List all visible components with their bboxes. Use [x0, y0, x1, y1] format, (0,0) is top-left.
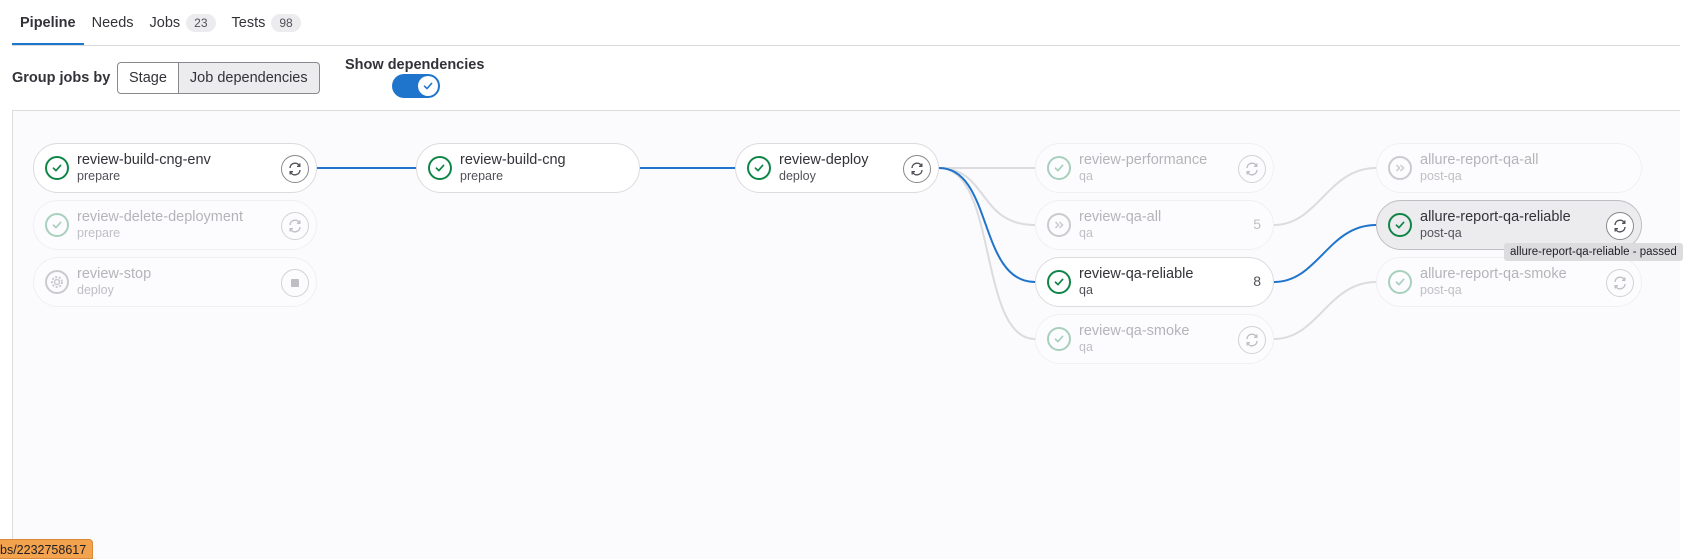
- job-name: allure-report-qa-smoke: [1420, 266, 1567, 282]
- tab-tests[interactable]: Tests 98: [224, 0, 309, 45]
- status-passed-icon: [747, 156, 771, 180]
- job-allure-report-qa-all[interactable]: allure-report-qa-all post-qa: [1376, 143, 1642, 193]
- status-skipped-icon: [1388, 156, 1412, 180]
- check-icon: [423, 82, 433, 90]
- job-name: review-performance: [1079, 152, 1208, 168]
- job-name: review-stop: [77, 266, 152, 282]
- link-qa-smoke-to-allure-smoke: [1273, 281, 1377, 340]
- job-stage: post-qa: [1420, 226, 1462, 240]
- link-qa-reliable-to-allure-reliable: [1273, 224, 1377, 283]
- job-stage: qa: [1079, 226, 1093, 240]
- retry-icon: [1614, 276, 1626, 290]
- link-deploy-to-qa-reliable: [938, 167, 1036, 283]
- status-passed-icon: [45, 156, 69, 180]
- job-review-qa-reliable[interactable]: review-qa-reliable qa 8: [1035, 257, 1274, 307]
- job-review-deploy[interactable]: review-deploy deploy: [735, 143, 939, 193]
- job-name: allure-report-qa-all: [1420, 152, 1539, 168]
- retry-icon: [289, 162, 301, 176]
- tab-needs-label: Needs: [91, 14, 134, 31]
- job-review-performance[interactable]: review-performance qa: [1035, 143, 1274, 193]
- link-deploy-to-qa-smoke: [938, 167, 1036, 340]
- retry-button[interactable]: [281, 155, 309, 183]
- show-dependencies-toggle[interactable]: [392, 74, 440, 98]
- retry-button[interactable]: [1606, 212, 1634, 240]
- retry-icon: [1246, 333, 1258, 347]
- status-passed-icon: [45, 213, 69, 237]
- status-passed-icon: [428, 156, 452, 180]
- group-by-stage-button[interactable]: Stage: [117, 62, 179, 94]
- job-status-tooltip: allure-report-qa-reliable - passed: [1504, 243, 1683, 261]
- tab-jobs-label: Jobs: [149, 14, 181, 31]
- status-passed-icon: [1388, 270, 1412, 294]
- job-allure-report-qa-smoke[interactable]: allure-report-qa-smoke post-qa: [1376, 257, 1642, 307]
- retry-icon: [911, 162, 923, 176]
- group-by-job-dependencies-button[interactable]: Job dependencies: [178, 62, 320, 94]
- job-group-count: 5: [1253, 216, 1261, 232]
- job-review-qa-all[interactable]: review-qa-all qa 5: [1035, 200, 1274, 250]
- job-name: review-deploy: [779, 152, 869, 168]
- tab-needs[interactable]: Needs: [84, 0, 142, 45]
- show-dependencies-label: Show dependencies: [345, 57, 485, 73]
- job-name: review-build-cng-env: [77, 152, 211, 168]
- job-stage: deploy: [779, 169, 816, 183]
- pipeline-graph: review-build-cng-env prepare review-delet…: [12, 110, 1680, 559]
- group-by-label: Group jobs by: [12, 70, 111, 86]
- status-passed-icon: [1047, 270, 1071, 294]
- stop-button[interactable]: [281, 269, 309, 297]
- job-group-count: 8: [1253, 273, 1261, 289]
- status-passed-icon: [1047, 156, 1071, 180]
- status-manual-icon: [45, 270, 69, 294]
- job-review-build-cng-env[interactable]: review-build-cng-env prepare: [33, 143, 317, 193]
- tests-count-badge: 98: [271, 13, 301, 32]
- job-stage: post-qa: [1420, 283, 1462, 297]
- job-stage: prepare: [77, 226, 121, 240]
- job-review-qa-smoke[interactable]: review-qa-smoke qa: [1035, 314, 1274, 364]
- tab-pipeline[interactable]: Pipeline: [12, 0, 84, 45]
- job-stage: deploy: [77, 283, 114, 297]
- link-deploy-to-qa-all: [938, 167, 1036, 226]
- job-name: review-delete-deployment: [77, 209, 244, 225]
- job-review-build-cng[interactable]: review-build-cng prepare: [416, 143, 640, 193]
- status-skipped-icon: [1047, 213, 1071, 237]
- link-qa-all-to-allure-all: [1273, 167, 1377, 226]
- gear-icon: [51, 276, 63, 288]
- retry-button[interactable]: [1238, 155, 1266, 183]
- job-stage: qa: [1079, 283, 1093, 297]
- job-stage: prepare: [77, 169, 121, 183]
- job-stage: prepare: [460, 169, 504, 183]
- job-name: review-qa-all: [1079, 209, 1162, 225]
- status-url-bar: bs/2232758617: [0, 539, 94, 559]
- job-name: review-build-cng: [460, 152, 566, 168]
- tab-tests-label: Tests: [231, 14, 266, 31]
- status-passed-icon: [1388, 213, 1412, 237]
- job-review-delete-deployment[interactable]: review-delete-deployment prepare: [33, 200, 317, 250]
- job-review-stop[interactable]: review-stop deploy: [33, 257, 317, 307]
- retry-button[interactable]: [903, 155, 931, 183]
- retry-button[interactable]: [1606, 269, 1634, 297]
- retry-icon: [1246, 162, 1258, 176]
- status-passed-icon: [1047, 327, 1071, 351]
- retry-button[interactable]: [281, 212, 309, 240]
- job-stage: qa: [1079, 169, 1093, 183]
- job-name: review-qa-smoke: [1079, 323, 1190, 339]
- stop-icon: [291, 279, 299, 287]
- tab-jobs[interactable]: Jobs 23: [142, 0, 224, 45]
- skip-icon: [1395, 164, 1405, 172]
- group-by-segmented-control: Stage Job dependencies: [117, 62, 320, 94]
- job-stage: post-qa: [1420, 169, 1462, 183]
- retry-button[interactable]: [1238, 326, 1266, 354]
- jobs-count-badge: 23: [186, 13, 216, 32]
- job-name: review-qa-reliable: [1079, 266, 1194, 282]
- pipeline-tabs: Pipeline Needs Jobs 23 Tests 98: [12, 0, 1680, 46]
- job-name: allure-report-qa-reliable: [1420, 209, 1571, 225]
- toggle-knob: [418, 76, 438, 96]
- job-stage: qa: [1079, 340, 1093, 354]
- retry-icon: [1614, 219, 1626, 233]
- tab-pipeline-label: Pipeline: [20, 14, 76, 31]
- skip-icon: [1054, 221, 1064, 229]
- retry-icon: [289, 219, 301, 233]
